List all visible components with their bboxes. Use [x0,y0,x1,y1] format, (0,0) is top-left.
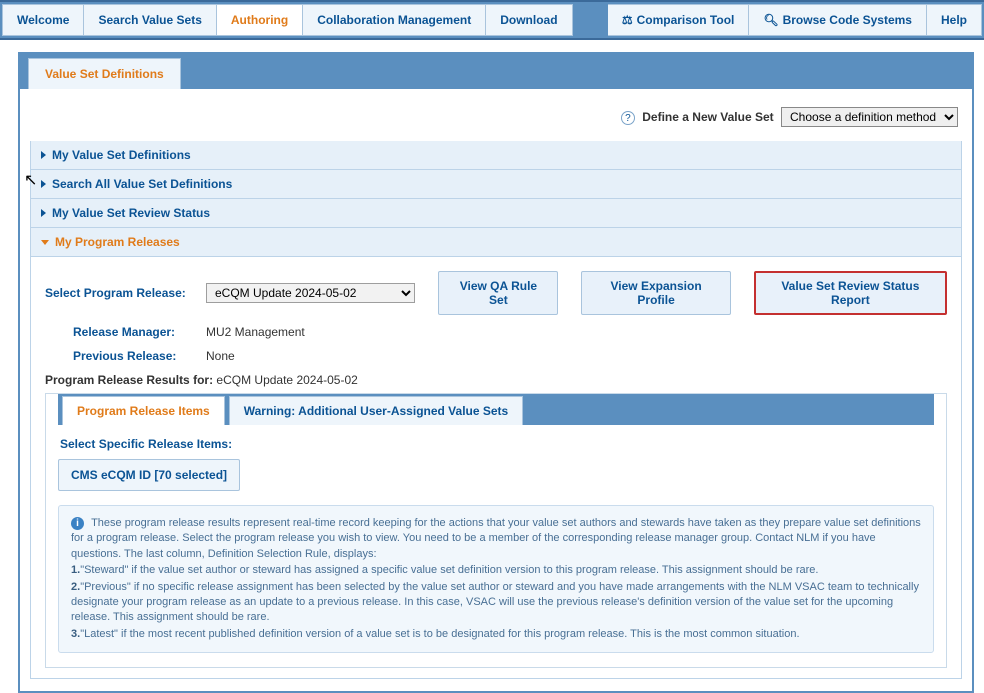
info-intro: These program release results represent … [71,517,921,560]
info-box: i These program release results represen… [58,505,934,653]
release-manager-value: MU2 Management [206,325,305,339]
define-new-label: Define a New Value Set [642,110,773,124]
help-icon[interactable]: ? [621,111,635,125]
previous-release-row: Previous Release: None [45,349,947,363]
acc-my-value-set-definitions: My Value Set Definitions [30,141,962,170]
select-specific-label: Select Specific Release Items: [60,437,934,451]
btn-comparison-tool[interactable]: ⚖ Comparison Tool [608,4,750,36]
tab-search-value-sets[interactable]: Search Value Sets [84,4,216,36]
acc-label: My Value Set Definitions [52,148,191,162]
tab-help[interactable]: Help [927,4,982,36]
main-panel: Value Set Definitions ? Define a New Val… [18,52,974,693]
chevron-right-icon [41,209,46,217]
info-icon: i [71,517,84,530]
release-manager-row: Release Manager: MU2 Management [45,325,947,339]
comparison-label: Comparison Tool [637,13,735,27]
browse-cs-label: Browse Code Systems [783,13,912,27]
acc-label: Search All Value Set Definitions [52,177,232,191]
value-set-review-status-report-button[interactable]: Value Set Review Status Report [754,271,947,315]
results-value: eCQM Update 2024-05-02 [216,373,357,387]
acc-header-program-releases[interactable]: My Program Releases [31,228,961,256]
acc-review-status: My Value Set Review Status [30,199,962,228]
program-release-select[interactable]: eCQM Update 2024-05-02 [206,283,415,303]
tab-collaboration[interactable]: Collaboration Management [303,4,486,36]
results-for-label: Program Release Results for: eCQM Update… [45,373,947,387]
tab-warning-user-assigned[interactable]: Warning: Additional User-Assigned Value … [229,396,524,425]
btn-browse-code-systems[interactable]: 🔍︎ Browse Code Systems [749,4,927,36]
acc-header-review-status[interactable]: My Value Set Review Status [31,199,961,227]
nav-spacer [573,2,608,38]
define-method-select[interactable]: Choose a definition method [781,107,958,127]
tab-authoring[interactable]: Authoring [217,4,303,36]
chevron-right-icon [41,151,46,159]
chevron-down-icon [41,240,49,245]
acc-header-search-all[interactable]: Search All Value Set Definitions [31,170,961,198]
tab-program-release-items[interactable]: Program Release Items [62,396,225,425]
previous-release-value: None [206,349,235,363]
tab-welcome[interactable]: Welcome [2,4,84,36]
scale-icon: ⚖ [622,13,633,27]
previous-release-label: Previous Release: [73,349,200,363]
acc-search-all: Search All Value Set Definitions [30,170,962,199]
view-qa-rule-set-button[interactable]: View QA Rule Set [438,271,558,315]
acc-program-releases: My Program Releases Select Program Relea… [30,228,962,679]
select-release-label: Select Program Release: [45,286,200,300]
panel-tab-strip: Value Set Definitions [20,54,972,89]
release-manager-label: Release Manager: [73,325,200,339]
acc-label: My Value Set Review Status [52,206,210,220]
chevron-right-icon [41,180,46,188]
info-rule-2: 2."Previous" if no specific release assi… [71,580,921,626]
define-new-row: ? Define a New Value Set Choose a defini… [30,101,962,141]
results-label-text: Program Release Results for: [45,373,213,387]
acc-label: My Program Releases [55,235,180,249]
release-results-panel: Program Release Items Warning: Additiona… [45,393,947,668]
info-rule-1: 1."Steward" if the value set author or s… [71,563,921,578]
tab-value-set-definitions[interactable]: Value Set Definitions [28,58,181,89]
select-release-row: Select Program Release: eCQM Update 2024… [45,271,947,315]
tab-download[interactable]: Download [486,4,572,36]
cms-ecqm-id-button[interactable]: CMS eCQM ID [70 selected] [58,459,240,491]
acc-header-my-defs[interactable]: My Value Set Definitions [31,141,961,169]
info-rule-3: 3."Latest" if the most recent published … [71,627,921,642]
inner-tab-strip: Program Release Items Warning: Additiona… [58,394,934,425]
program-releases-body: Select Program Release: eCQM Update 2024… [31,256,961,678]
top-nav: Welcome Search Value Sets Authoring Coll… [0,0,984,40]
search-icon: 🔍︎ [763,13,778,27]
view-expansion-profile-button[interactable]: View Expansion Profile [581,271,731,315]
